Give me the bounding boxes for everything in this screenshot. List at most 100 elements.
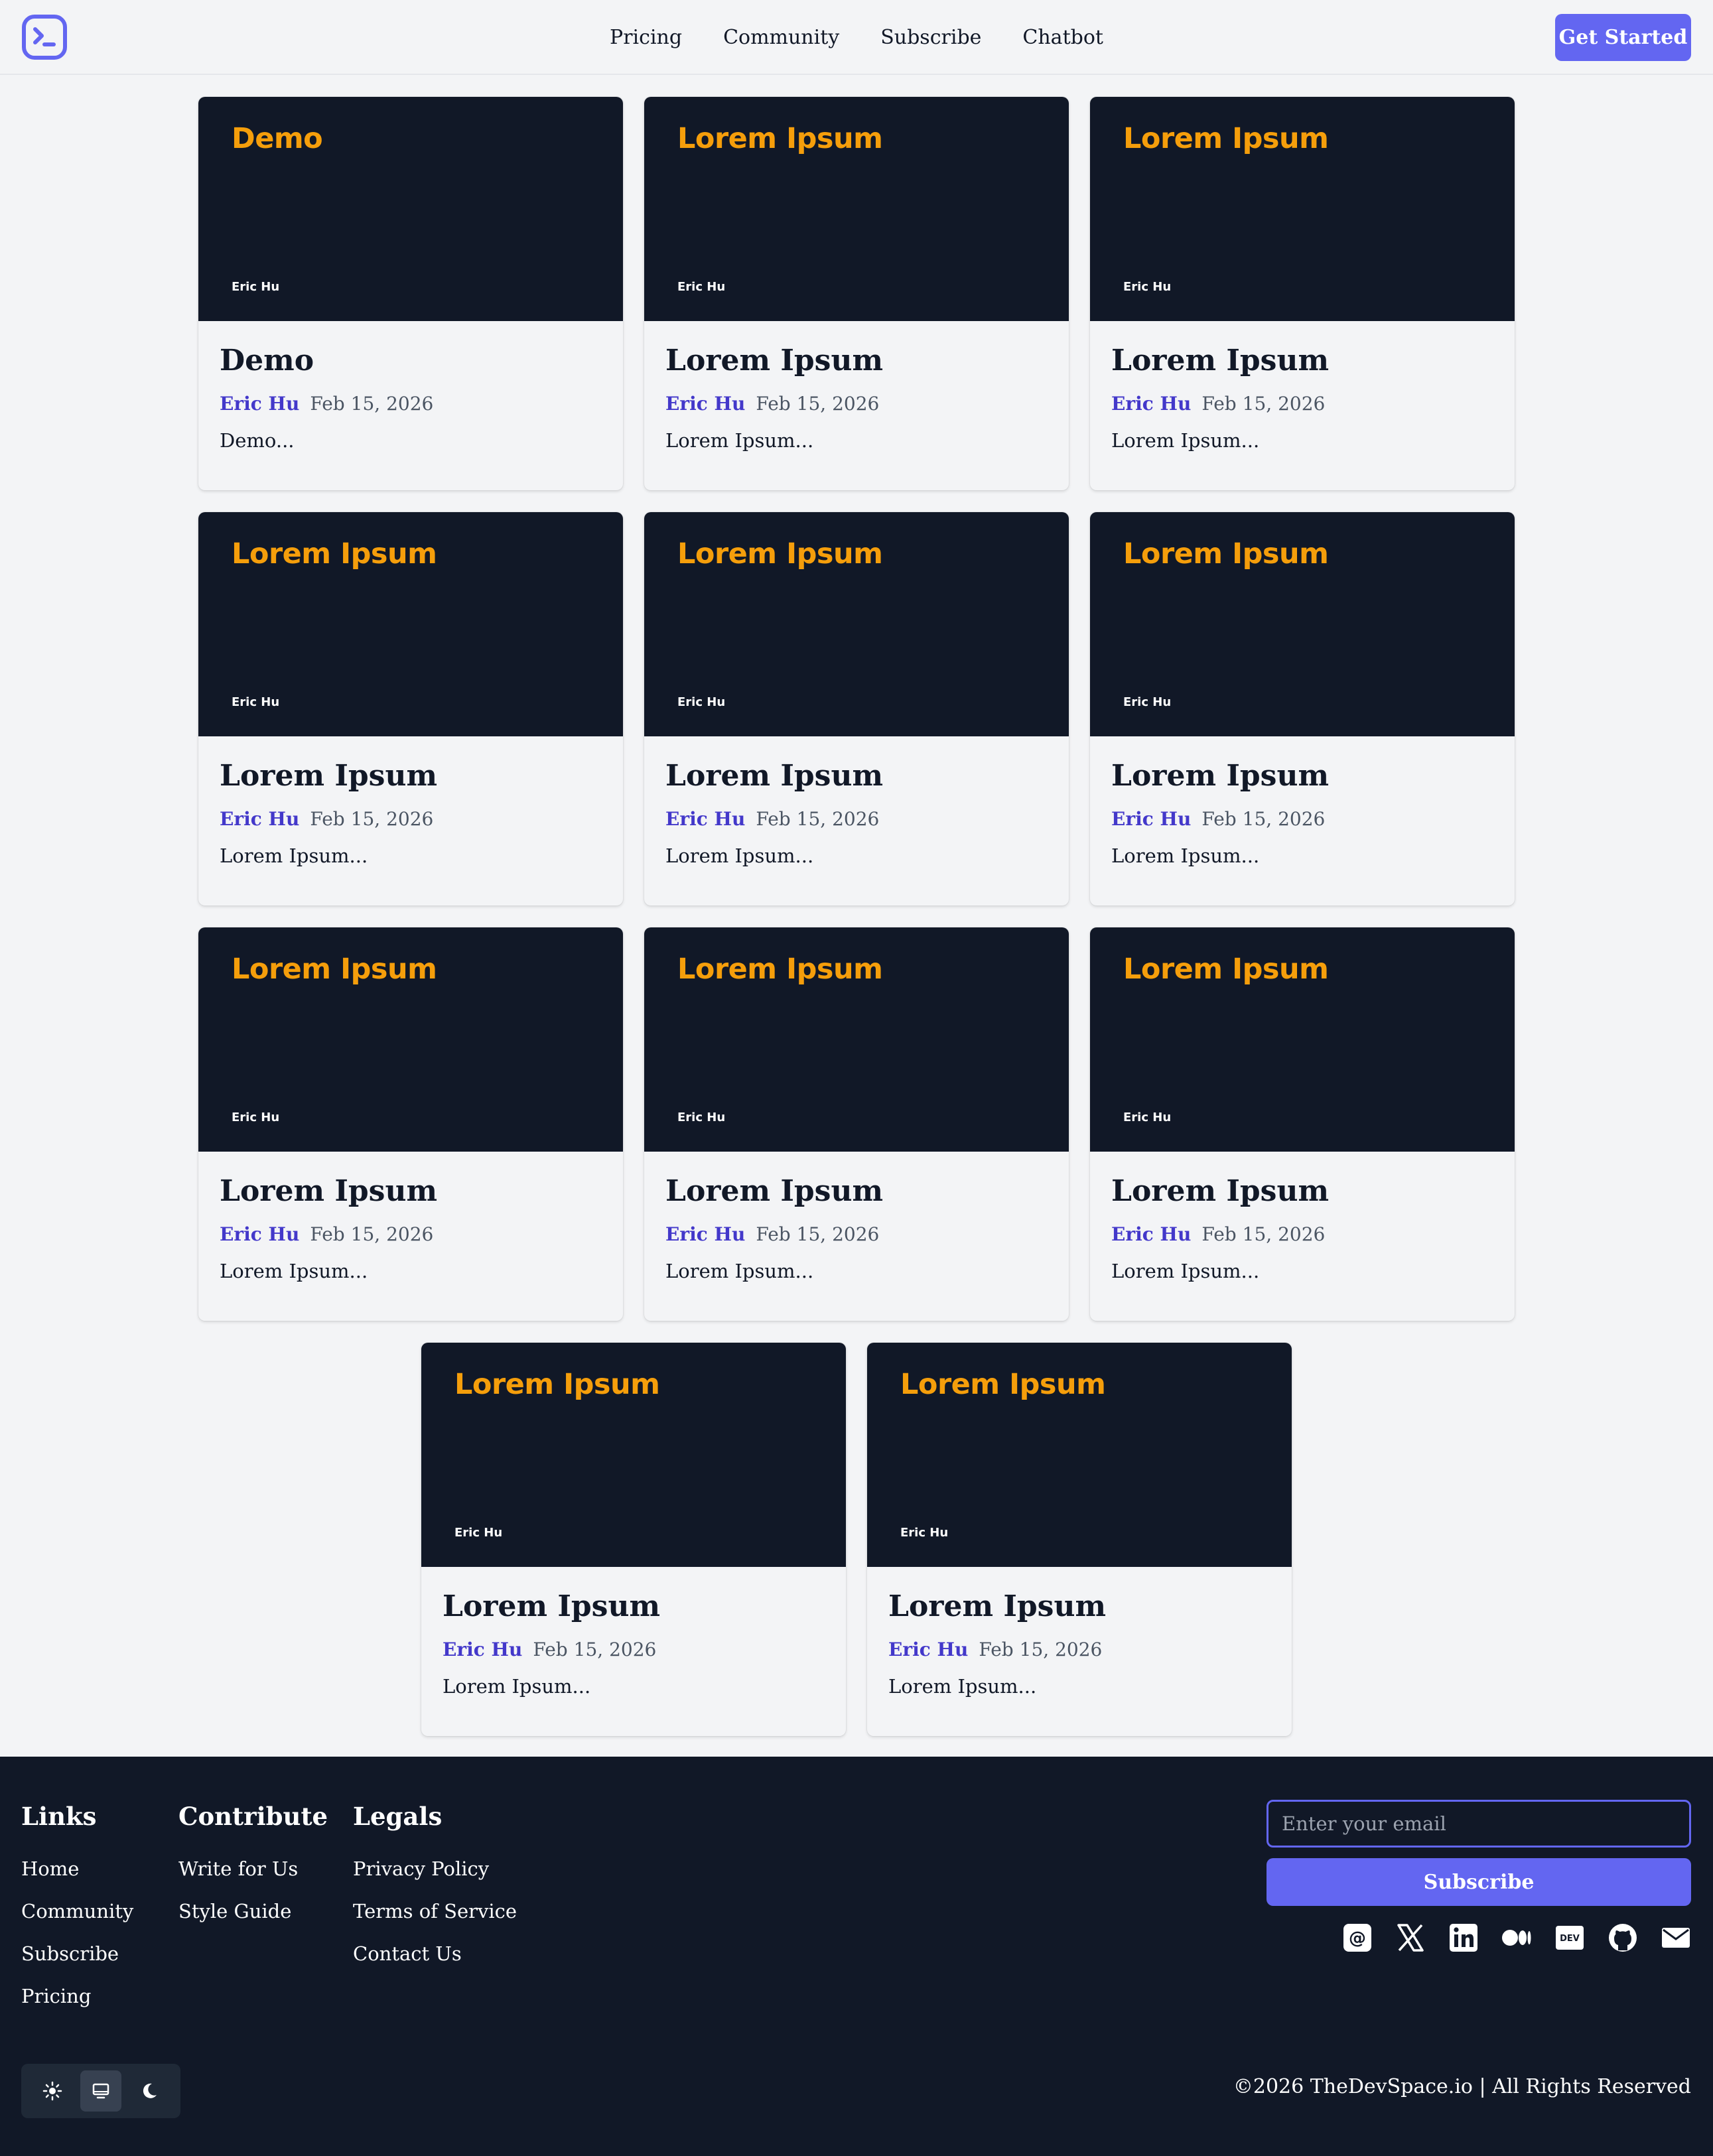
footer-link-privacy-policy[interactable]: Privacy Policy <box>353 1857 517 1880</box>
thumbnail-title: Lorem Ipsum <box>454 1368 660 1401</box>
post-thumbnail[interactable]: Lorem Ipsum Eric Hu <box>421 1343 846 1567</box>
thumbnail-title: Lorem Ipsum <box>1123 953 1329 986</box>
get-started-button[interactable]: Get Started <box>1555 14 1691 61</box>
medium-icon[interactable] <box>1501 1922 1532 1953</box>
post-card[interactable]: Demo Eric Hu Demo Eric Hu Feb 15, 2026 Demo..… <box>198 97 623 490</box>
dev-icon[interactable]: DEV <box>1554 1922 1585 1953</box>
post-card-body: Lorem Ipsum Eric Hu Feb 15, 2026 Lorem Ipsu… <box>644 321 1069 452</box>
post-card[interactable]: Lorem Ipsum Eric Hu Lorem Ipsum Eric Hu Feb … <box>198 512 623 906</box>
post-excerpt: Lorem Ipsum... <box>443 1675 591 1698</box>
nav-pricing[interactable]: Pricing <box>610 26 682 49</box>
post-card[interactable]: Lorem Ipsum Eric Hu Lorem Ipsum Eric Hu Feb … <box>644 97 1069 490</box>
post-card[interactable]: Lorem Ipsum Eric Hu Lorem Ipsum Eric Hu Feb … <box>1090 512 1515 906</box>
post-thumbnail[interactable]: Lorem Ipsum Eric Hu <box>644 512 1069 736</box>
post-card-body: Lorem Ipsum Eric Hu Feb 15, 2026 Lorem Ipsu… <box>1090 1152 1515 1282</box>
monitor-icon[interactable] <box>80 2070 121 2112</box>
footer-link-pricing[interactable]: Pricing <box>21 1985 133 2007</box>
post-author-link[interactable]: Eric Hu <box>888 1639 968 1660</box>
footer-link-terms-of-service[interactable]: Terms of Service <box>353 1900 517 1922</box>
footer-link-community[interactable]: Community <box>21 1900 133 1922</box>
post-author-link[interactable]: Eric Hu <box>220 393 299 415</box>
post-card[interactable]: Lorem Ipsum Eric Hu Lorem Ipsum Eric Hu Feb … <box>1090 97 1515 490</box>
post-author-link[interactable]: Eric Hu <box>665 393 745 415</box>
thumbnail-author: Eric Hu <box>1123 695 1172 709</box>
post-card[interactable]: Lorem Ipsum Eric Hu Lorem Ipsum Eric Hu Feb … <box>421 1343 846 1736</box>
threads-icon[interactable]: @ <box>1342 1922 1373 1953</box>
post-card[interactable]: Lorem Ipsum Eric Hu Lorem Ipsum Eric Hu Feb … <box>644 927 1069 1321</box>
footer-legals-column: Legals Privacy Policy Terms of Service C… <box>353 1802 517 1985</box>
post-title[interactable]: Lorem Ipsum <box>665 344 1048 377</box>
main-nav: Pricing Community Subscribe Chatbot <box>0 0 1713 75</box>
subscribe-button[interactable]: Subscribe <box>1267 1858 1691 1906</box>
post-thumbnail[interactable]: Demo Eric Hu <box>198 97 623 321</box>
post-title[interactable]: Lorem Ipsum <box>1111 760 1493 792</box>
post-author-link[interactable]: Eric Hu <box>665 1223 745 1245</box>
post-date: Feb 15, 2026 <box>756 1223 880 1246</box>
post-date: Feb 15, 2026 <box>1201 1223 1326 1246</box>
post-meta: Eric Hu Feb 15, 2026 <box>1111 1223 1493 1245</box>
post-title[interactable]: Lorem Ipsum <box>665 760 1048 792</box>
post-author-link[interactable]: Eric Hu <box>1111 393 1191 415</box>
thumbnail-title: Lorem Ipsum <box>677 122 883 155</box>
moon-icon[interactable] <box>129 2070 170 2112</box>
post-card-body: Lorem Ipsum Eric Hu Feb 15, 2026 Lorem Ipsu… <box>867 1567 1292 1698</box>
nav-subscribe[interactable]: Subscribe <box>880 26 981 49</box>
thumbnail-title: Lorem Ipsum <box>232 537 437 571</box>
thumbnail-author: Eric Hu <box>232 1111 280 1124</box>
github-icon[interactable] <box>1608 1922 1638 1953</box>
post-card[interactable]: Lorem Ipsum Eric Hu Lorem Ipsum Eric Hu Feb … <box>1090 927 1515 1321</box>
post-title[interactable]: Lorem Ipsum <box>665 1175 1048 1207</box>
post-card[interactable]: Lorem Ipsum Eric Hu Lorem Ipsum Eric Hu Feb … <box>867 1343 1292 1736</box>
post-meta: Eric Hu Feb 15, 2026 <box>220 808 602 830</box>
post-excerpt: Lorem Ipsum... <box>665 429 814 452</box>
sun-icon[interactable] <box>32 2070 73 2112</box>
post-author-link[interactable]: Eric Hu <box>1111 808 1191 830</box>
post-date: Feb 15, 2026 <box>310 1223 434 1246</box>
post-thumbnail[interactable]: Lorem Ipsum Eric Hu <box>644 97 1069 321</box>
footer-link-home[interactable]: Home <box>21 1857 133 1880</box>
svg-text:@: @ <box>1349 1928 1366 1948</box>
post-meta: Eric Hu Feb 15, 2026 <box>443 1639 825 1660</box>
nav-community[interactable]: Community <box>723 26 839 49</box>
post-title[interactable]: Lorem Ipsum <box>443 1590 825 1623</box>
post-thumbnail[interactable]: Lorem Ipsum Eric Hu <box>1090 512 1515 736</box>
post-date: Feb 15, 2026 <box>756 808 880 831</box>
post-thumbnail[interactable]: Lorem Ipsum Eric Hu <box>867 1343 1292 1567</box>
post-card[interactable]: Lorem Ipsum Eric Hu Lorem Ipsum Eric Hu Feb … <box>644 512 1069 906</box>
post-meta: Eric Hu Feb 15, 2026 <box>665 393 1048 415</box>
mail-icon[interactable] <box>1661 1922 1691 1953</box>
post-thumbnail[interactable]: Lorem Ipsum Eric Hu <box>1090 927 1515 1152</box>
footer-link-contact-us[interactable]: Contact Us <box>353 1942 517 1965</box>
x-icon[interactable] <box>1395 1922 1426 1953</box>
post-card-body: Lorem Ipsum Eric Hu Feb 15, 2026 Lorem Ipsu… <box>1090 321 1515 452</box>
post-author-link[interactable]: Eric Hu <box>665 808 745 830</box>
post-card-body: Lorem Ipsum Eric Hu Feb 15, 2026 Lorem Ipsu… <box>1090 736 1515 867</box>
post-title[interactable]: Lorem Ipsum <box>220 1175 602 1207</box>
footer-link-subscribe[interactable]: Subscribe <box>21 1942 133 1965</box>
thumbnail-author: Eric Hu <box>232 695 280 709</box>
post-card[interactable]: Lorem Ipsum Eric Hu Lorem Ipsum Eric Hu Feb … <box>198 927 623 1321</box>
post-title[interactable]: Lorem Ipsum <box>220 760 602 792</box>
footer-link-write-for-us[interactable]: Write for Us <box>178 1857 328 1880</box>
post-thumbnail[interactable]: Lorem Ipsum Eric Hu <box>198 512 623 736</box>
post-author-link[interactable]: Eric Hu <box>443 1639 522 1660</box>
post-thumbnail[interactable]: Lorem Ipsum Eric Hu <box>198 927 623 1152</box>
post-thumbnail[interactable]: Lorem Ipsum Eric Hu <box>1090 97 1515 321</box>
nav-chatbot[interactable]: Chatbot <box>1022 26 1103 49</box>
site-header: Pricing Community Subscribe Chatbot Get … <box>0 0 1713 75</box>
footer-link-style-guide[interactable]: Style Guide <box>178 1900 328 1922</box>
post-card-body: Lorem Ipsum Eric Hu Feb 15, 2026 Lorem Ipsu… <box>198 736 623 867</box>
thumbnail-title: Lorem Ipsum <box>900 1368 1106 1401</box>
post-author-link[interactable]: Eric Hu <box>1111 1223 1191 1245</box>
post-title[interactable]: Lorem Ipsum <box>1111 344 1493 377</box>
post-title[interactable]: Lorem Ipsum <box>888 1590 1270 1623</box>
linkedin-icon[interactable] <box>1448 1922 1479 1953</box>
social-links: @ DEV <box>1342 1922 1691 1953</box>
post-title[interactable]: Demo <box>220 344 602 377</box>
email-input[interactable] <box>1267 1800 1691 1848</box>
post-thumbnail[interactable]: Lorem Ipsum Eric Hu <box>644 927 1069 1152</box>
post-title[interactable]: Lorem Ipsum <box>1111 1175 1493 1207</box>
post-author-link[interactable]: Eric Hu <box>220 1223 299 1245</box>
post-author-link[interactable]: Eric Hu <box>220 808 299 830</box>
post-excerpt: Demo... <box>220 429 295 452</box>
